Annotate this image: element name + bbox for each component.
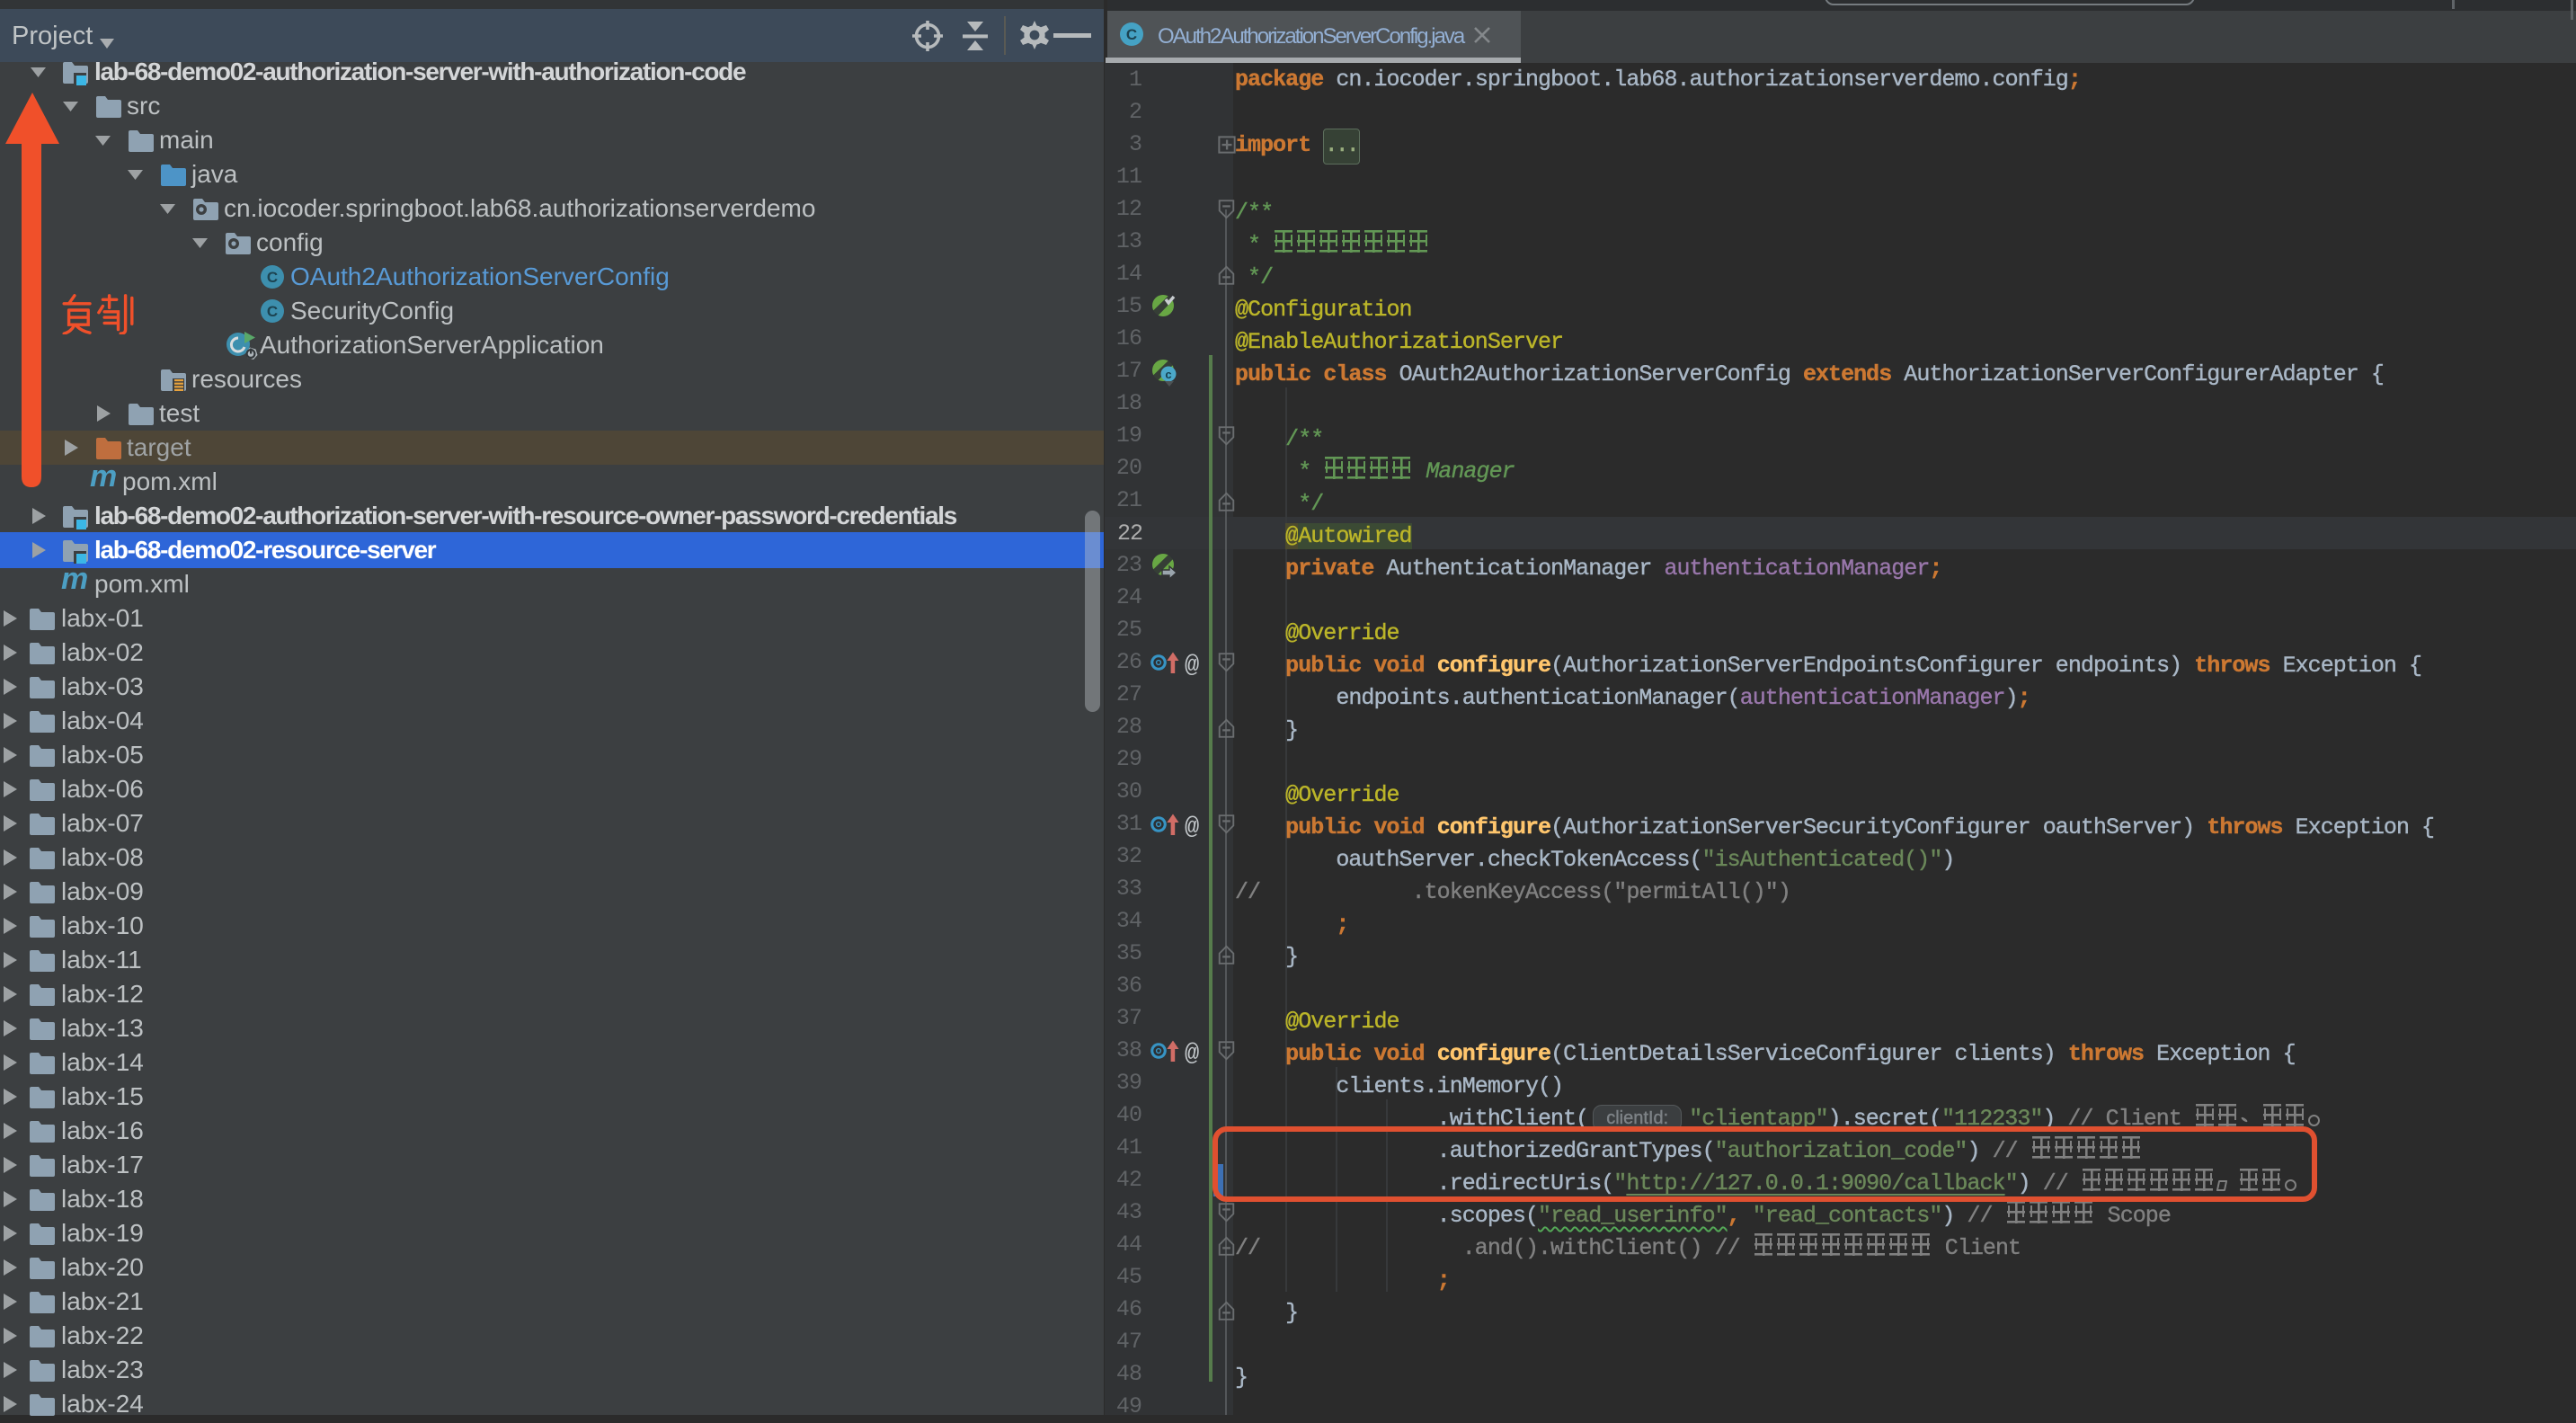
svg-text:@: @ bbox=[1185, 653, 1199, 676]
svg-text:C: C bbox=[267, 269, 278, 286]
svg-text:C: C bbox=[1126, 26, 1137, 43]
svg-text:@: @ bbox=[1185, 1041, 1199, 1064]
svg-text:@: @ bbox=[1185, 814, 1199, 838]
svg-text:c: c bbox=[1165, 368, 1171, 381]
svg-text:C: C bbox=[267, 303, 278, 320]
